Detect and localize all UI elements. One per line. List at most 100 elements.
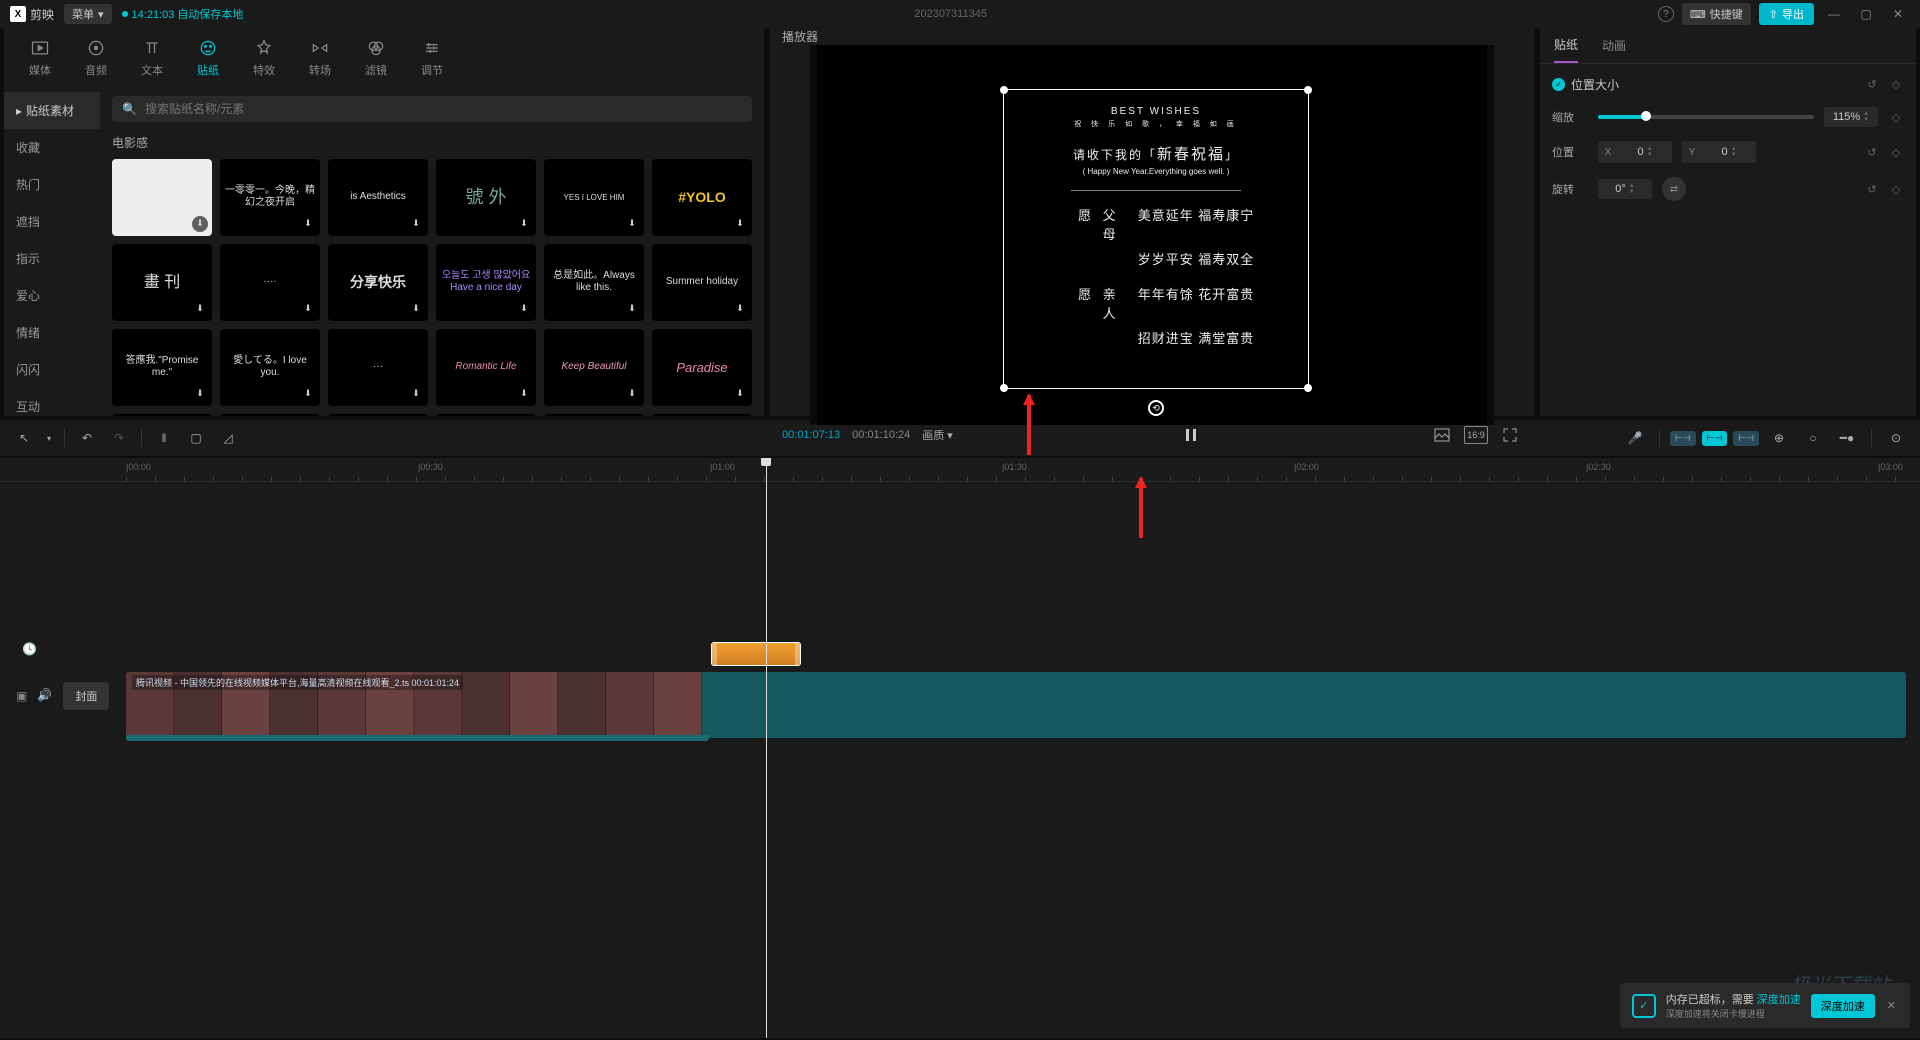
nav-interactive[interactable]: 互动 [4, 388, 100, 416]
cover-button[interactable]: 封面 [63, 682, 109, 710]
sticker-transform-box[interactable]: ⟲ BEST WISHES 祝 快 乐 如 歌 ， 幸 福 如 画 请收下我的「… [1003, 89, 1309, 389]
sticker-item[interactable]: Keep Beautiful⬇ [544, 329, 644, 406]
audio-waveform[interactable] [126, 735, 709, 741]
sticker-item[interactable]: 答應我."Promise me."⬇ [112, 329, 212, 406]
playhead-handle[interactable] [761, 458, 771, 466]
track-toggle-icon[interactable]: ▣ [16, 689, 27, 703]
download-icon[interactable]: ⬇ [408, 386, 424, 402]
download-icon[interactable]: ⬇ [408, 216, 424, 232]
tab-media[interactable]: 媒体 [12, 32, 68, 84]
sticker-item[interactable]: Romantic Life⬇ [436, 329, 536, 406]
nav-sparkle[interactable]: 闪闪 [4, 351, 100, 388]
download-icon[interactable]: ⬇ [300, 301, 316, 317]
download-icon[interactable]: ⬇ [732, 301, 748, 317]
reset-button[interactable]: ↺ [1864, 181, 1880, 197]
step-down-icon[interactable]: ▼ [1863, 117, 1869, 123]
download-icon[interactable]: ⬇ [732, 216, 748, 232]
zoom-out-button[interactable]: ○ [1799, 424, 1827, 452]
resize-handle-tr[interactable] [1304, 86, 1312, 94]
snap-magnet-button[interactable]: ⊢⊣ [1670, 431, 1696, 446]
sticker-item[interactable]: is Aesthetics⬇ [328, 159, 428, 236]
nav-mood[interactable]: 情绪 [4, 314, 100, 351]
sticker-item[interactable]: 一零零一。今晚，精幻之夜开启⬇ [220, 159, 320, 236]
fullscreen-button[interactable] [1498, 426, 1522, 444]
sticker-item[interactable]: 오늘도 고생 많았어요 Have a nice day⬇ [436, 244, 536, 321]
sticker-item[interactable]: 冬日恋曲 [652, 414, 752, 416]
sticker-item[interactable]: ···⬇ [328, 329, 428, 406]
close-notification-button[interactable]: ✕ [1885, 997, 1898, 1014]
sticker-item[interactable]: 愛してる。I love you.⬇ [220, 329, 320, 406]
resize-handle-tl[interactable] [1000, 86, 1008, 94]
reset-button[interactable]: ↺ [1864, 144, 1880, 160]
download-icon[interactable]: ⬇ [192, 386, 208, 402]
sticker-item[interactable]: SUMMER HOLIDAY [112, 414, 212, 416]
mirror-tool[interactable]: ◿ [214, 424, 242, 452]
tab-audio[interactable]: 音频 [68, 32, 124, 84]
video-canvas[interactable]: ⟲ BEST WISHES 祝 快 乐 如 歌 ， 幸 福 如 画 请收下我的「… [817, 45, 1487, 425]
sticker-item[interactable]: if. [436, 414, 536, 416]
quality-select[interactable]: 画质▾ [922, 427, 953, 443]
tab-effects[interactable]: 特效 [236, 32, 292, 84]
preview-button[interactable]: ⊢⊣ [1733, 431, 1759, 446]
export-button[interactable]: ⇧ 导出 [1759, 3, 1814, 25]
nav-mask[interactable]: 遮挡 [4, 203, 100, 240]
nav-favorites[interactable]: 收藏 [4, 129, 100, 166]
sticker-item[interactable]: ····⬇ [220, 244, 320, 321]
timeline[interactable]: |00:00|00:30|01:00|01:30|02:00|02:30|03:… [0, 458, 1920, 1038]
undo-button[interactable]: ↶ [73, 424, 101, 452]
download-icon[interactable]: ⬇ [300, 386, 316, 402]
scale-input[interactable]: 115%▲▼ [1824, 107, 1878, 127]
tab-transition[interactable]: 转场 [292, 32, 348, 84]
zoom-fit-button[interactable]: ⊙ [1882, 424, 1910, 452]
accelerate-button[interactable]: 深度加速 [1811, 994, 1875, 1018]
download-icon[interactable]: ⬇ [300, 216, 316, 232]
keyframe-button[interactable]: ◇ [1888, 181, 1904, 197]
redo-button[interactable]: ↷ [105, 424, 133, 452]
slider-thumb[interactable] [1641, 111, 1651, 121]
tab-sticker-props[interactable]: 贴纸 [1554, 28, 1578, 63]
tab-adjust[interactable]: 调节 [404, 32, 460, 84]
pos-y-input[interactable]: 0▲▼ [1702, 141, 1756, 163]
keyframe-button[interactable]: ◇ [1888, 77, 1904, 93]
sticker-item[interactable]: somebody to [328, 414, 428, 416]
nav-sticker-materials[interactable]: ▸贴纸素材 [4, 92, 100, 129]
download-icon[interactable]: ⬇ [408, 301, 424, 317]
rotate-handle[interactable]: ⟲ [1148, 400, 1164, 416]
tab-animation-props[interactable]: 动画 [1602, 29, 1626, 62]
sticker-item[interactable]: 总是如此。Always like this.⬇ [544, 244, 644, 321]
sticker-item[interactable]: #YOLO⬇ [652, 159, 752, 236]
download-icon[interactable]: ⬇ [192, 301, 208, 317]
sticker-item[interactable]: Paradise⬇ [652, 329, 752, 406]
pos-x-input[interactable]: 0▲▼ [1618, 141, 1672, 163]
search-input[interactable] [145, 102, 742, 116]
minimize-button[interactable]: — [1822, 4, 1846, 24]
sticker-item[interactable]: YES I LOVE HIM⬇ [544, 159, 644, 236]
nav-love[interactable]: 爱心 [4, 277, 100, 314]
crop-tool[interactable]: ▢ [182, 424, 210, 452]
tool-dropdown[interactable]: ▾ [42, 424, 56, 452]
mute-button[interactable]: 🔊 [37, 688, 53, 704]
scale-slider[interactable] [1598, 115, 1814, 119]
select-tool[interactable]: ↖ [10, 424, 38, 452]
download-icon[interactable]: ⬇ [516, 386, 532, 402]
maximize-button[interactable]: ▢ [1854, 4, 1878, 24]
nav-popular[interactable]: 热门 [4, 166, 100, 203]
download-icon[interactable]: ⬇ [624, 216, 640, 232]
snapshot-button[interactable] [1430, 426, 1454, 444]
sticker-search[interactable]: 🔍 [112, 96, 752, 122]
marker-button[interactable]: ⊕ [1765, 424, 1793, 452]
playhead[interactable] [766, 458, 767, 1038]
tab-sticker[interactable]: 贴纸 [180, 32, 236, 84]
pause-button[interactable] [1181, 425, 1201, 445]
player-viewport[interactable]: ⟲ BEST WISHES 祝 快 乐 如 歌 ， 幸 福 如 画 请收下我的「… [810, 45, 1494, 425]
link-button[interactable]: ⊢⊣ [1702, 431, 1728, 446]
sticker-item[interactable]: 畫 刊⬇ [112, 244, 212, 321]
download-icon[interactable]: ⬇ [516, 216, 532, 232]
help-button[interactable]: ? [1658, 6, 1674, 22]
sticker-item[interactable]: 號 外⬇ [436, 159, 536, 236]
download-icon[interactable]: ⬇ [624, 301, 640, 317]
download-icon[interactable]: ⬇ [732, 386, 748, 402]
nav-indicate[interactable]: 指示 [4, 240, 100, 277]
shortcuts-button[interactable]: ⌨ 快捷键 [1682, 3, 1751, 25]
sticker-item[interactable]: MY ROMANTIC [220, 414, 320, 416]
